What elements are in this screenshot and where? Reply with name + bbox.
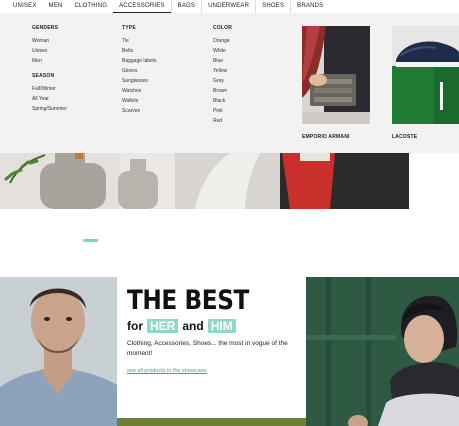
genders-heading: GENDERS xyxy=(32,25,59,31)
filter-color-blue[interactable]: Blue xyxy=(213,56,232,66)
filter-season-spring-summer[interactable]: Spring/Summer xyxy=(32,104,67,114)
brand-name-emporio-armani: EMPORIO ARMANI xyxy=(302,134,350,140)
filter-type-gloves[interactable]: Gloves xyxy=(122,66,156,76)
filter-type-baggage-labels[interactable]: Baggage labels xyxy=(122,56,156,66)
filter-gender-woman[interactable]: Woman xyxy=(32,36,67,46)
man-photo xyxy=(0,277,117,426)
filter-color-red[interactable]: Red xyxy=(213,116,232,126)
grass-photo-strip xyxy=(117,418,306,426)
filter-column-type: TYPE Tie Belts Baggage labels Gloves Sun… xyxy=(122,25,156,116)
color-heading: COLOR xyxy=(213,25,233,31)
filter-column-color: COLOR Orange White Blue Yellow Gray Brow… xyxy=(213,25,232,126)
filter-season-all-year[interactable]: All Year xyxy=(32,94,67,104)
sneaker-photo xyxy=(392,26,459,124)
filter-type-scarves[interactable]: Scarves xyxy=(122,106,156,116)
filter-type-belts[interactable]: Belts xyxy=(122,46,156,56)
filter-color-black[interactable]: Black xyxy=(213,96,232,106)
filter-color-yellow[interactable]: Yellow xyxy=(213,66,232,76)
promo-and-text: and xyxy=(182,319,204,333)
promo-for-text: for xyxy=(127,319,143,333)
season-heading: SEASON xyxy=(32,73,55,79)
filter-color-brown[interactable]: Brown xyxy=(213,86,232,96)
filter-color-white[interactable]: White xyxy=(213,46,232,56)
nav-clothing[interactable]: CLOTHING xyxy=(68,0,113,13)
filter-gender-unisex[interactable]: Unisex xyxy=(32,46,67,56)
filter-color-pink[interactable]: Pink xyxy=(213,106,232,116)
filter-season-fall-winter[interactable]: Fall/Winter xyxy=(32,84,67,94)
hero-banner-image xyxy=(0,153,409,209)
promo-title: THE BEST xyxy=(127,285,249,316)
showcase-link[interactable]: see all products in the showcase xyxy=(127,368,207,374)
nav-bags[interactable]: BAGS xyxy=(170,0,201,13)
her-highlight: HER xyxy=(147,319,179,333)
filter-type-watches[interactable]: Watches xyxy=(122,86,156,96)
nav-unisex[interactable]: UNISEX xyxy=(0,0,43,13)
filter-column-genders: GENDERS Woman Unisex Men SEASON Fall/Win… xyxy=(32,25,67,114)
wallet-photo xyxy=(302,26,370,124)
type-heading: TYPE xyxy=(122,25,136,31)
nav-men[interactable]: MEN xyxy=(43,0,69,13)
filter-color-gray[interactable]: Gray xyxy=(213,76,232,86)
brand-card-lacoste[interactable]: LACOSTE xyxy=(392,26,459,140)
nav-brands[interactable]: BRANDS xyxy=(290,0,329,13)
promo-description: Clothing, Accessories, Shoes... the most… xyxy=(127,340,288,357)
nav-accessories[interactable]: ACCESSORIES xyxy=(113,0,171,13)
brand-name-lacoste: LACOSTE xyxy=(392,134,418,140)
him-highlight: HIM xyxy=(207,319,236,333)
brand-card-emporio-armani[interactable]: EMPORIO ARMANI xyxy=(302,26,370,140)
woman-photo xyxy=(306,277,459,426)
filter-gender-men[interactable]: Men xyxy=(32,56,67,66)
filter-color-orange[interactable]: Orange xyxy=(213,36,232,46)
promo-section: THE BEST for HER and HIM Clothing, Acces… xyxy=(0,277,459,426)
nav-underwear[interactable]: UNDERWEAR xyxy=(201,0,255,13)
slider-indicator[interactable] xyxy=(83,239,98,242)
main-nav: UNISEX MEN CLOTHING ACCESSORIES BAGS UND… xyxy=(0,0,459,13)
filter-type-sunglasses[interactable]: Sunglasses xyxy=(122,76,156,86)
vases-photo xyxy=(0,153,409,209)
nav-shoes[interactable]: SHOES xyxy=(255,0,290,13)
promo-text-panel: THE BEST for HER and HIM Clothing, Acces… xyxy=(117,277,306,426)
filter-type-tie[interactable]: Tie xyxy=(122,36,156,46)
accessories-mega-menu: GENDERS Woman Unisex Men SEASON Fall/Win… xyxy=(0,13,459,153)
filter-type-wallets[interactable]: Wallets xyxy=(122,96,156,106)
promo-subtitle: for HER and HIM xyxy=(127,319,236,333)
